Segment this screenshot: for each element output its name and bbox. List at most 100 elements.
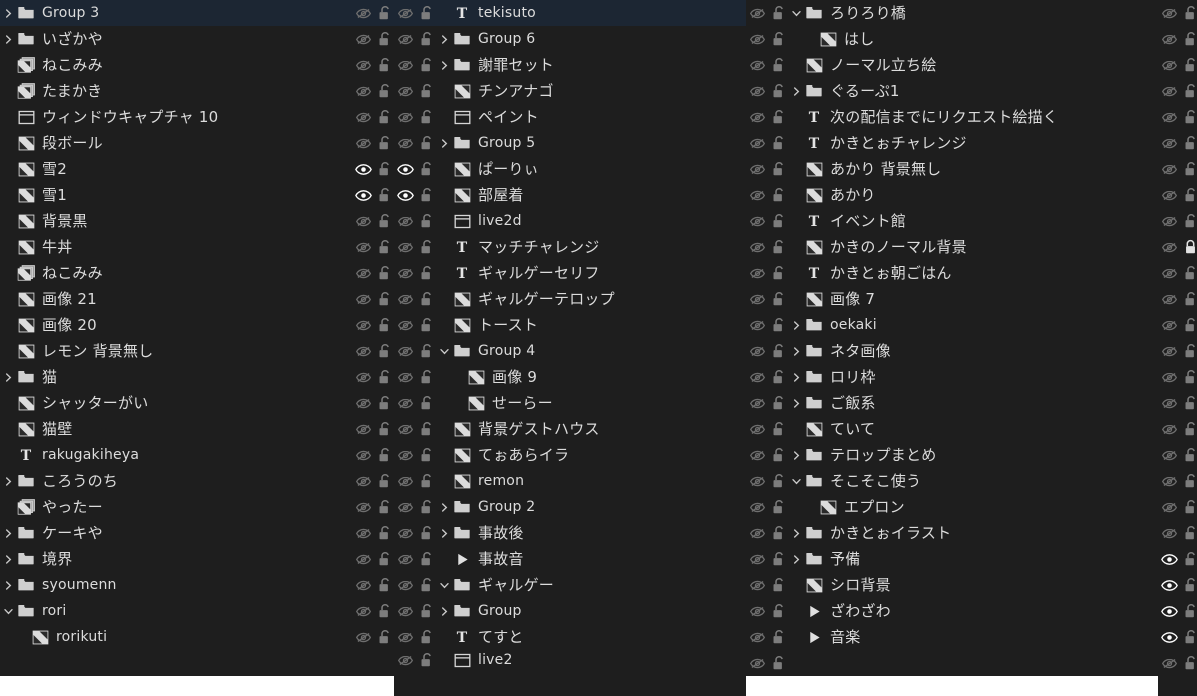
lock-open-icon[interactable] bbox=[768, 156, 788, 182]
source-list-item[interactable]: エプロン bbox=[746, 494, 1158, 520]
source-list-item[interactable]: あかり 背景無し bbox=[746, 156, 1158, 182]
source-list-item[interactable]: 牛丼 bbox=[0, 234, 394, 260]
source-list-item[interactable]: ギャルゲー bbox=[394, 572, 746, 598]
chevron-right-icon[interactable] bbox=[0, 520, 16, 546]
lock-open-icon[interactable] bbox=[374, 494, 394, 520]
source-list-item[interactable]: Group 2 bbox=[394, 494, 746, 520]
source-list-item[interactable]: rori bbox=[0, 598, 394, 624]
eye-hidden-icon[interactable] bbox=[394, 468, 416, 494]
lock-open-icon[interactable] bbox=[416, 390, 436, 416]
chevron-right-icon[interactable] bbox=[788, 390, 804, 416]
eye-hidden-icon[interactable] bbox=[1158, 182, 1180, 208]
eye-hidden-icon[interactable] bbox=[1158, 260, 1180, 286]
source-list-item-controls[interactable] bbox=[1158, 260, 1197, 286]
eye-hidden-icon[interactable] bbox=[394, 260, 416, 286]
source-list-item[interactable]: Trakugakiheya bbox=[0, 442, 394, 468]
source-list-item[interactable]: たまかき bbox=[0, 78, 394, 104]
lock-open-icon[interactable] bbox=[768, 78, 788, 104]
lock-open-icon[interactable] bbox=[416, 208, 436, 234]
chevron-right-icon[interactable] bbox=[0, 468, 16, 494]
lock-open-icon[interactable] bbox=[374, 26, 394, 52]
source-list-item-controls[interactable] bbox=[1158, 182, 1197, 208]
lock-open-icon[interactable] bbox=[416, 468, 436, 494]
eye-hidden-icon[interactable] bbox=[394, 598, 416, 624]
lock-open-icon[interactable] bbox=[768, 364, 788, 390]
lock-open-icon[interactable] bbox=[768, 624, 788, 650]
lock-open-icon[interactable] bbox=[416, 0, 436, 26]
eye-hidden-icon[interactable] bbox=[1158, 520, 1180, 546]
lock-open-icon[interactable] bbox=[374, 182, 394, 208]
lock-open-icon[interactable] bbox=[768, 520, 788, 546]
source-list-item[interactable]: 雪2 bbox=[0, 156, 394, 182]
eye-hidden-icon[interactable] bbox=[1158, 104, 1180, 130]
source-list-item[interactable]: 背景黒 bbox=[0, 208, 394, 234]
source-list-item[interactable]: チンアナゴ bbox=[394, 78, 746, 104]
eye-hidden-icon[interactable] bbox=[352, 520, 374, 546]
lock-open-icon[interactable] bbox=[1180, 624, 1197, 650]
lock-open-icon[interactable] bbox=[768, 286, 788, 312]
source-list-item-controls[interactable] bbox=[1158, 364, 1197, 390]
eye-hidden-icon[interactable] bbox=[746, 104, 768, 130]
eye-hidden-icon[interactable] bbox=[352, 546, 374, 572]
eye-hidden-icon[interactable] bbox=[1158, 468, 1180, 494]
source-list-item[interactable]: ぐるーぷ1 bbox=[746, 78, 1158, 104]
lock-open-icon[interactable] bbox=[768, 390, 788, 416]
source-list-item[interactable]: Group bbox=[394, 598, 746, 624]
lock-open-icon[interactable] bbox=[1180, 182, 1197, 208]
source-list-item[interactable]: シロ背景 bbox=[746, 572, 1158, 598]
source-list-item[interactable]: ノーマル立ち絵 bbox=[746, 52, 1158, 78]
source-list-item[interactable]: Ttekisuto bbox=[394, 0, 746, 26]
source-list-column-1[interactable]: Group 3 いざかや ねこみみ たまかき ウィンドウキャプチャ 10 段ボール 雪2 雪1… bbox=[0, 0, 394, 676]
lock-open-icon[interactable] bbox=[416, 260, 436, 286]
eye-hidden-icon[interactable] bbox=[746, 78, 768, 104]
chevron-right-icon[interactable] bbox=[436, 598, 452, 624]
lock-open-icon[interactable] bbox=[1180, 546, 1197, 572]
lock-open-icon[interactable] bbox=[374, 260, 394, 286]
lock-open-icon[interactable] bbox=[1180, 520, 1197, 546]
lock-open-icon[interactable] bbox=[416, 182, 436, 208]
eye-hidden-icon[interactable] bbox=[352, 364, 374, 390]
eye-hidden-icon[interactable] bbox=[746, 520, 768, 546]
lock-open-icon[interactable] bbox=[1180, 130, 1197, 156]
lock-open-icon[interactable] bbox=[416, 234, 436, 260]
eye-hidden-icon[interactable] bbox=[746, 0, 768, 26]
source-list-item[interactable]: ていて bbox=[746, 416, 1158, 442]
eye-visible-icon[interactable] bbox=[1158, 572, 1180, 598]
source-list-item[interactable]: T かきとぉ朝ごはん bbox=[746, 260, 1158, 286]
source-list-column-3[interactable]: ろりろり橋 はし ノーマル立ち絵 ぐるーぷ1 T 次の配信までにリクエスト絵描く T かきとぉ… bbox=[746, 0, 1158, 676]
eye-hidden-icon[interactable] bbox=[746, 156, 768, 182]
source-list-item[interactable]: シャッターがい bbox=[0, 390, 394, 416]
eye-hidden-icon[interactable] bbox=[1158, 494, 1180, 520]
eye-hidden-icon[interactable] bbox=[352, 572, 374, 598]
eye-hidden-icon[interactable] bbox=[352, 598, 374, 624]
chevron-right-icon[interactable] bbox=[0, 572, 16, 598]
source-list-item-controls[interactable] bbox=[1158, 156, 1197, 182]
source-list-item[interactable]: live2d bbox=[394, 208, 746, 234]
eye-hidden-icon[interactable] bbox=[746, 650, 768, 676]
eye-hidden-icon[interactable] bbox=[746, 52, 768, 78]
source-list-item-controls[interactable] bbox=[1158, 546, 1197, 572]
lock-closed-icon[interactable] bbox=[1180, 234, 1197, 260]
eye-hidden-icon[interactable] bbox=[394, 104, 416, 130]
lock-open-icon[interactable] bbox=[374, 546, 394, 572]
chevron-down-icon[interactable] bbox=[788, 468, 804, 494]
source-list-item[interactable]: Group 4 bbox=[394, 338, 746, 364]
eye-hidden-icon[interactable] bbox=[1158, 78, 1180, 104]
source-list-item[interactable]: 画像 21 bbox=[0, 286, 394, 312]
lock-open-icon[interactable] bbox=[1180, 78, 1197, 104]
source-list-item-controls[interactable] bbox=[1158, 520, 1197, 546]
lock-open-icon[interactable] bbox=[416, 416, 436, 442]
lock-open-icon[interactable] bbox=[768, 130, 788, 156]
eye-visible-icon[interactable] bbox=[1158, 624, 1180, 650]
lock-open-icon[interactable] bbox=[416, 52, 436, 78]
lock-open-icon[interactable] bbox=[416, 572, 436, 598]
source-list-item[interactable]: せーらー bbox=[394, 390, 746, 416]
lock-open-icon[interactable] bbox=[1180, 338, 1197, 364]
eye-hidden-icon[interactable] bbox=[746, 598, 768, 624]
eye-hidden-icon[interactable] bbox=[352, 78, 374, 104]
source-list-item[interactable]: 境界 bbox=[0, 546, 394, 572]
source-list-item-controls[interactable] bbox=[1158, 208, 1197, 234]
lock-open-icon[interactable] bbox=[374, 468, 394, 494]
lock-open-icon[interactable] bbox=[768, 468, 788, 494]
source-list-item[interactable]: てぉあらイラ bbox=[394, 442, 746, 468]
